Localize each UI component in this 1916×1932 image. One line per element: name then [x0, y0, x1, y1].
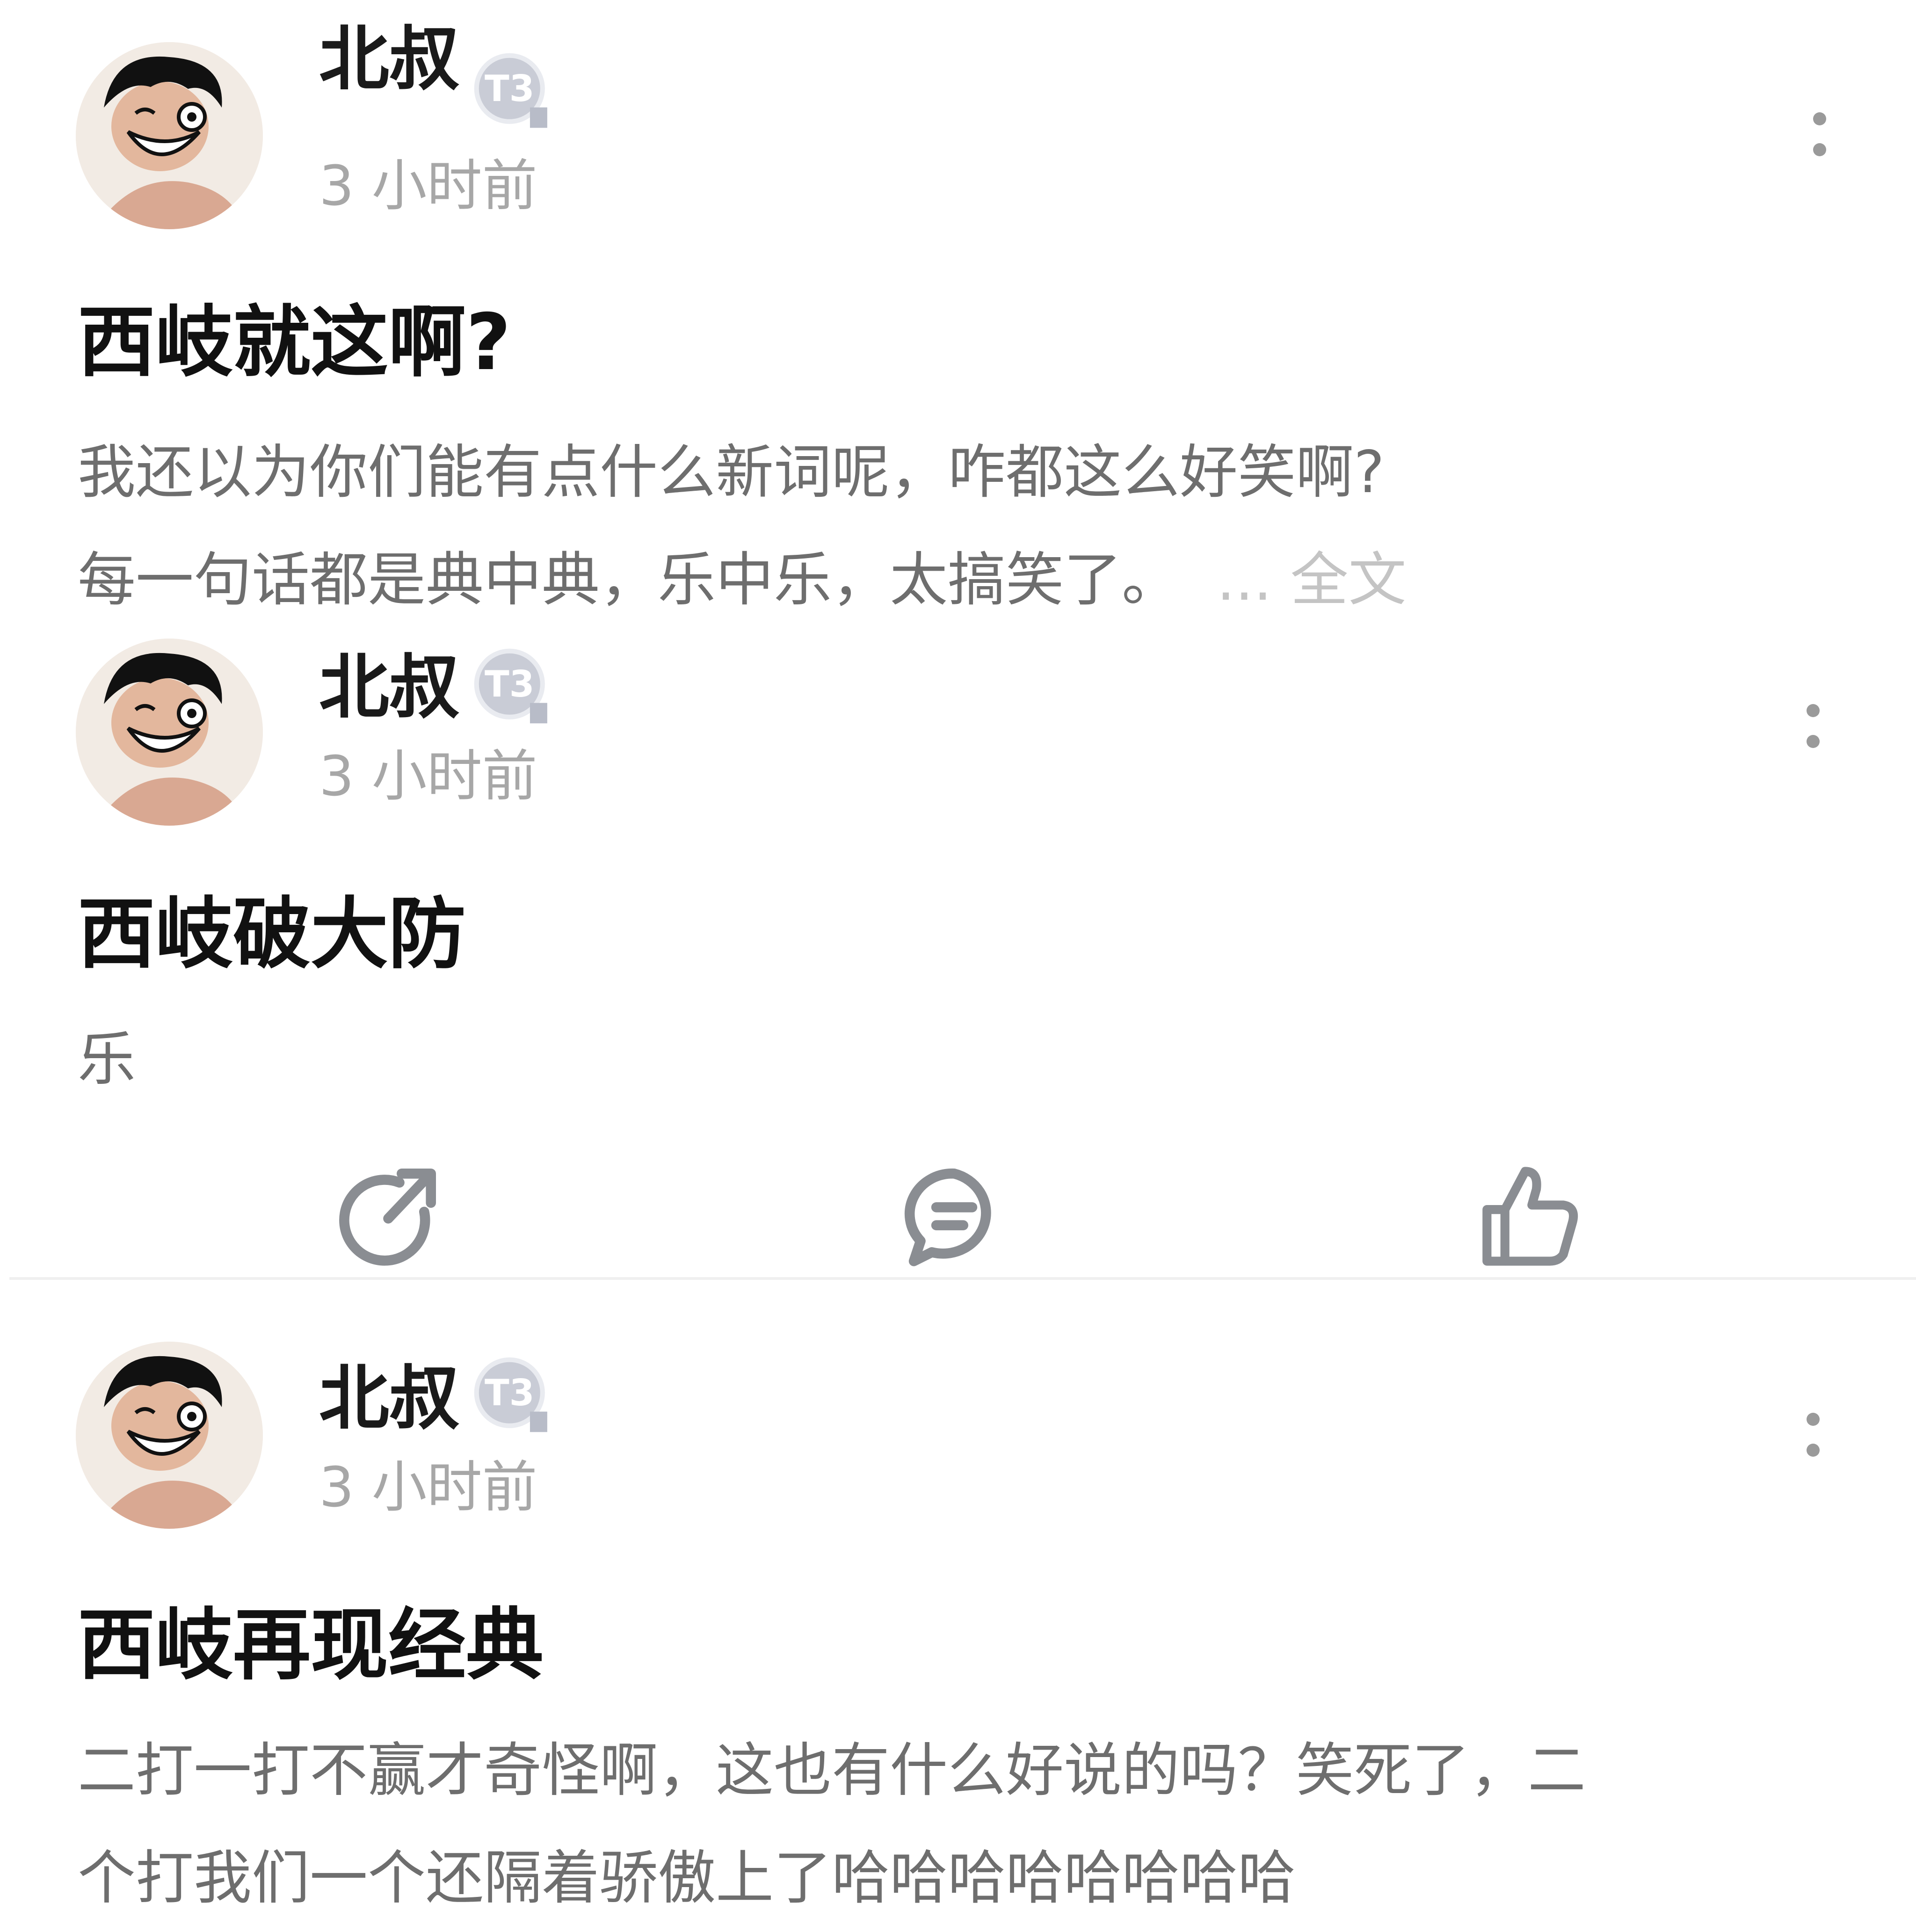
username[interactable]: 北叔	[319, 1364, 459, 1434]
avatar[interactable]	[76, 42, 263, 229]
level-badge-icon: T3	[473, 52, 552, 131]
comment-icon	[904, 1168, 991, 1266]
badge-label: T3	[485, 68, 534, 110]
avatar-image	[76, 639, 263, 826]
more-options-icon[interactable]	[1803, 704, 1822, 779]
username[interactable]: 北叔	[319, 24, 459, 94]
post-title[interactable]: 西岐破大防	[78, 896, 466, 973]
post-body[interactable]: 乐	[78, 1006, 136, 1113]
thumbs-up-icon	[1482, 1167, 1578, 1266]
level-badge-icon: T3	[473, 648, 552, 726]
more-options-icon[interactable]	[1809, 112, 1828, 187]
post-body-line: 每一句话都是典中典，乐中乐，太搞笑了。 ... 全文	[78, 546, 1407, 614]
like-button[interactable]	[1473, 1160, 1586, 1272]
share-button[interactable]	[332, 1160, 444, 1272]
badge-label: T3	[485, 663, 534, 705]
post-time: 3 小时前	[319, 1455, 537, 1519]
level-badge-icon: T3	[473, 1357, 552, 1435]
post-time: 3 小时前	[319, 153, 537, 218]
more-options-icon[interactable]	[1803, 1413, 1822, 1488]
username[interactable]: 北叔	[319, 653, 459, 723]
post-action-bar	[0, 1160, 1916, 1282]
post-title[interactable]: 西岐再现经典	[78, 1607, 544, 1685]
comment-button[interactable]	[898, 1160, 1010, 1272]
post-divider	[9, 1277, 1916, 1280]
post-body[interactable]: 我还以为你们能有点什么新词呢，咋都这么好笑啊? 每一句话都是典中典，乐中乐，太搞…	[78, 419, 1407, 634]
post-body[interactable]: 二打一打不赢才奇怪啊，这也有什么好说的吗？笑死了，二 个打我们一个还隔着骄傲上了…	[78, 1717, 1586, 1932]
post-body-line: 二打一打不赢才奇怪啊，这也有什么好说的吗？笑死了，二	[78, 1737, 1586, 1804]
expand-full-text-link[interactable]: ... 全文	[1217, 546, 1407, 614]
share-icon	[339, 1169, 436, 1266]
badge-label: T3	[485, 1372, 534, 1414]
avatar[interactable]	[76, 1342, 263, 1529]
avatar-image	[76, 42, 263, 229]
post-body-line: 我还以为你们能有点什么新词呢，咋都这么好笑啊?	[78, 439, 1385, 506]
post-time: 3 小时前	[319, 744, 537, 808]
post-body-line: 乐	[78, 1026, 136, 1093]
post-title[interactable]: 西岐就这啊?	[78, 304, 511, 382]
avatar[interactable]	[76, 639, 263, 826]
avatar-image	[76, 1342, 263, 1529]
